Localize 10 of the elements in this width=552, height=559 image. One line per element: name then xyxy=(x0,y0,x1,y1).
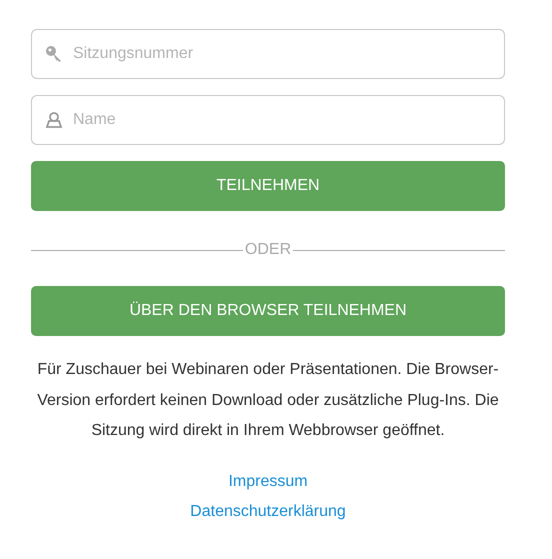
description-text: Für Zuschauer bei Webinaren oder Präsentationen. Die Browser-Version erfordert keinen Download oder zusätzliche Plug-Ins. Die Sitzung wird direkt in Ihrem Webbrowser geöffnet. xyxy=(36,360,500,441)
join-button[interactable]: TEILNEHMEN xyxy=(31,161,505,211)
footer-link[interactable]: Impressum xyxy=(228,470,308,492)
browser-join-button[interactable]: ÜBER DEN BROWSER TEILNEHMEN xyxy=(31,286,505,336)
user-icon xyxy=(45,111,63,129)
input-field[interactable]: Sitzungsnummer xyxy=(31,29,505,79)
divider-label: ODER xyxy=(244,240,292,260)
key-icon xyxy=(45,45,63,63)
footer-link[interactable]: Datenschutzerklärung xyxy=(190,500,346,522)
input-field[interactable]: Name xyxy=(31,95,505,145)
